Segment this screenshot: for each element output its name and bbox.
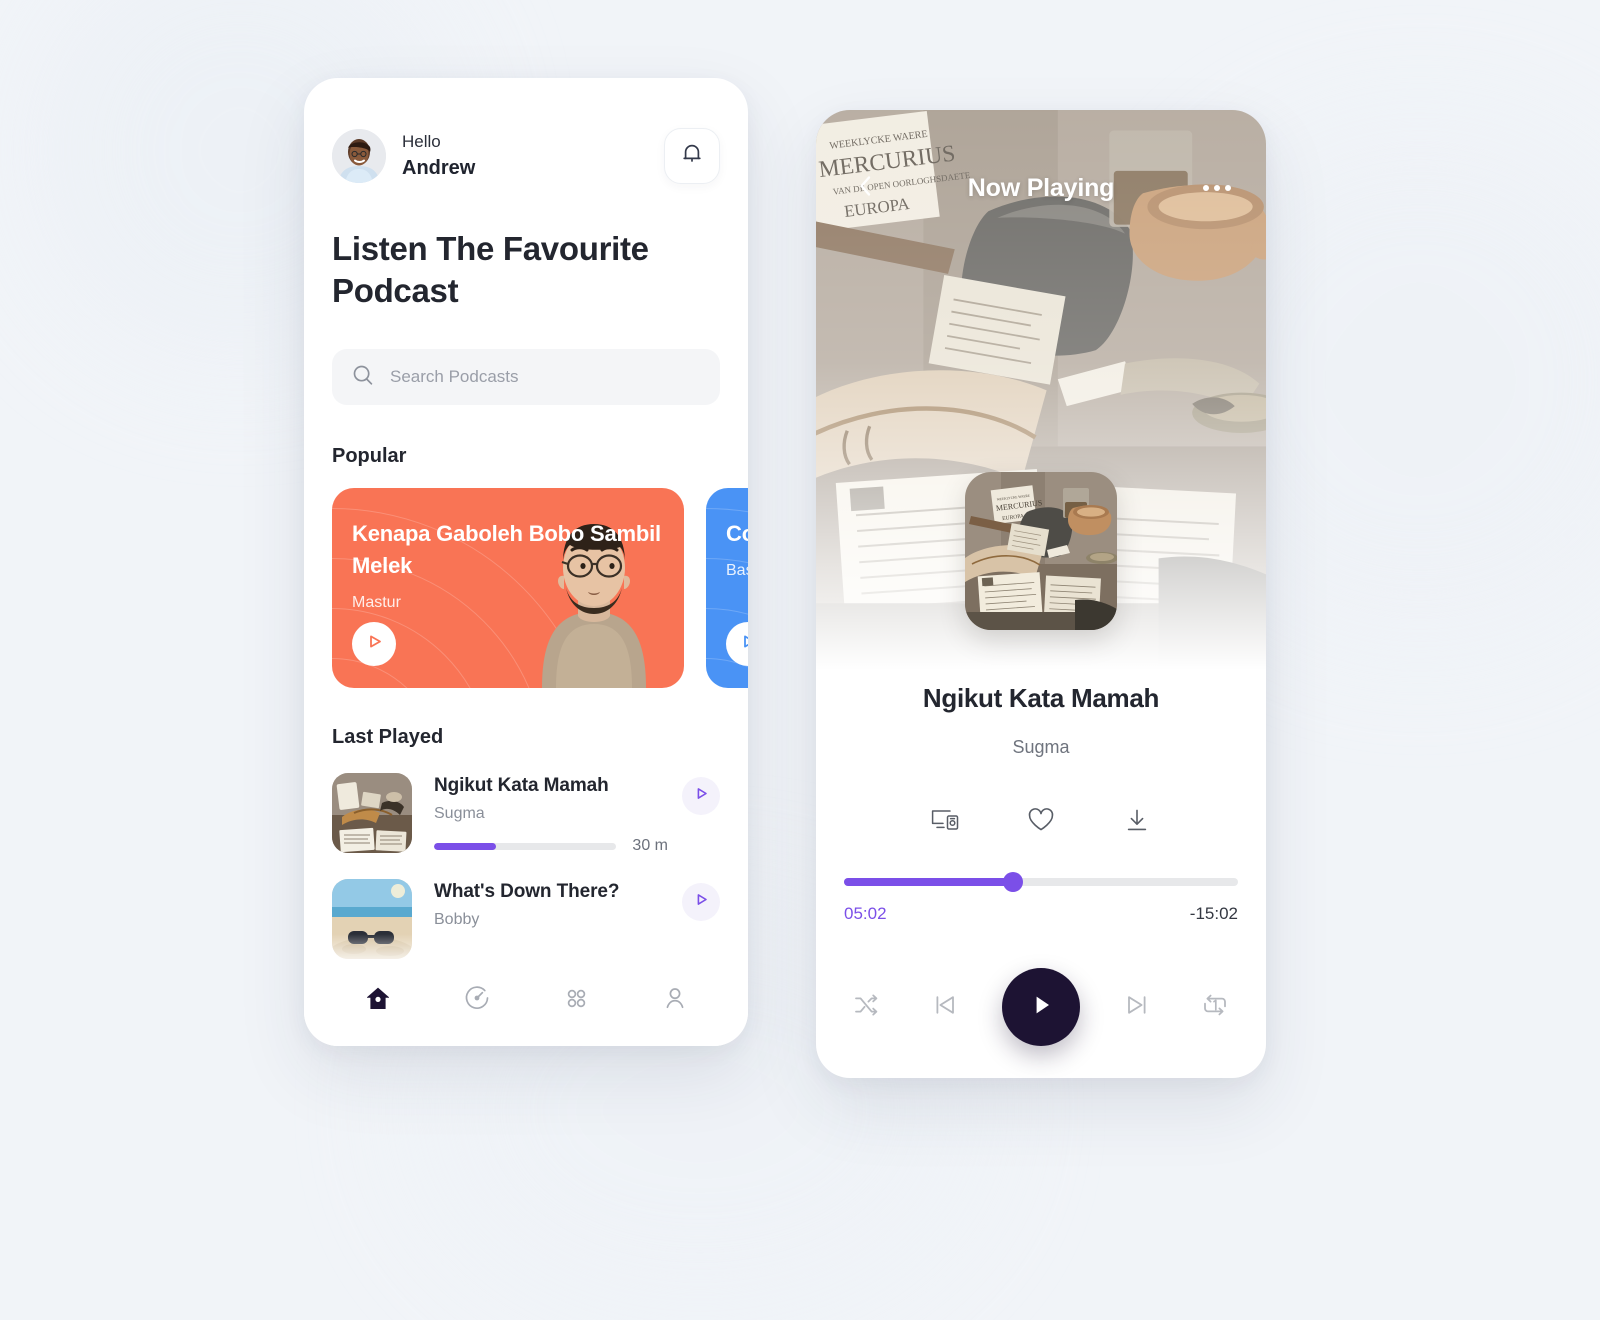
current-time: 05:02 [844, 904, 887, 923]
cast-device-icon [930, 807, 960, 838]
app-canvas: Hello Andrew Listen The Favourite Podcas… [0, 0, 1600, 1320]
play-icon [366, 633, 383, 655]
player-controls [846, 968, 1236, 1046]
track-title: Ngikut Kata Mamah [434, 775, 609, 797]
player-topbar: Now Playing [816, 166, 1266, 210]
play-icon [1026, 990, 1056, 1025]
home-screen: Hello Andrew Listen The Favourite Podcas… [304, 78, 748, 1046]
search-input[interactable]: Search Podcasts [332, 349, 720, 406]
track-artwork [332, 879, 412, 960]
track-artwork [332, 773, 412, 854]
card-play-button[interactable] [726, 622, 748, 667]
now-playing-screen: WEEKLYCKE WAERE MERCURIUS VAN DE OPEN OO… [816, 110, 1266, 1078]
popular-heading: Popular [332, 445, 407, 468]
user-name: Andrew [402, 156, 476, 179]
heart-icon [1027, 807, 1055, 838]
track-artist: Sugma [434, 805, 485, 823]
seek-handle[interactable] [1003, 872, 1024, 892]
greeting-text: Hello [402, 132, 441, 152]
sidebar-item-categories[interactable] [548, 980, 604, 1020]
track-progress-fill [434, 842, 497, 850]
play-icon [694, 892, 709, 912]
now-playing-artist: Sugma [1012, 737, 1070, 757]
popular-card[interactable]: Cowok Sisa Bas [706, 488, 748, 689]
play-icon [740, 633, 748, 655]
home-topbar: Hello Andrew [304, 78, 748, 184]
home-scroll-area[interactable]: Hello Andrew Listen The Favourite Podcas… [304, 78, 748, 968]
card-author: Mastur [352, 593, 401, 611]
track-title: What's Down There? [434, 881, 620, 903]
seek-track[interactable] [844, 872, 1238, 892]
play-pause-button[interactable] [1002, 968, 1080, 1046]
list-item[interactable]: Ngikut Kata Mamah Sugma 30 m [332, 773, 720, 855]
popular-card-row[interactable]: Kenapa Gaboleh Bobo Sambil Melek Mastur [304, 488, 748, 689]
now-playing-title: Ngikut Kata Mamah [922, 683, 1160, 713]
track-artist: Bobby [434, 911, 480, 929]
shuffle-icon [853, 992, 881, 1023]
sidebar-item-home[interactable] [350, 980, 406, 1020]
track-info: Ngikut Kata Mamah Sugma 30 m [434, 773, 668, 855]
card-title: Cowok Sisa [726, 521, 748, 547]
bell-icon [681, 142, 703, 171]
time-row: 05:02 -15:02 [844, 904, 1238, 924]
previous-button[interactable] [924, 986, 966, 1028]
list-item[interactable]: What's Down There? Bobby [332, 879, 720, 960]
track-play-button[interactable] [682, 883, 720, 922]
card-play-button[interactable] [352, 622, 396, 667]
skip-forward-icon [1124, 992, 1150, 1023]
track-duration: 30 m [632, 837, 668, 855]
card-author: Bas [726, 562, 748, 580]
player-actions [816, 805, 1266, 839]
more-options-button[interactable] [1202, 185, 1232, 191]
chevron-left-icon [857, 174, 873, 203]
back-button[interactable] [850, 174, 880, 203]
repeat-button[interactable] [1194, 986, 1236, 1028]
shuffle-button[interactable] [846, 986, 888, 1028]
grid-dots-icon [562, 984, 590, 1017]
play-icon [694, 786, 709, 806]
last-played-heading: Last Played [332, 726, 444, 749]
avatar[interactable] [332, 129, 386, 183]
popular-card[interactable]: Kenapa Gaboleh Bobo Sambil Melek Mastur [332, 488, 684, 689]
page-title: Listen The Favourite Podcast [332, 230, 649, 309]
track-info: What's Down There? Bobby [434, 879, 668, 929]
seek-fill [844, 878, 1014, 886]
favourite-button[interactable] [1024, 805, 1058, 839]
sidebar-item-discover[interactable] [449, 980, 505, 1020]
greeting-block: Hello Andrew [402, 130, 664, 182]
seek-bar[interactable]: 05:02 -15:02 [844, 872, 1238, 924]
person-icon [661, 984, 689, 1017]
remaining-time: -15:02 [1189, 904, 1238, 923]
page-title: Now Playing [967, 173, 1115, 202]
bottom-navigation [304, 968, 748, 1046]
card-title: Kenapa Gaboleh Bobo Sambil Melek [352, 521, 661, 579]
download-icon [1124, 807, 1150, 838]
cast-button[interactable] [928, 805, 962, 839]
sidebar-item-profile[interactable] [647, 980, 703, 1020]
search-icon [352, 364, 374, 391]
next-button[interactable] [1116, 986, 1158, 1028]
download-button[interactable] [1120, 805, 1154, 839]
track-play-button[interactable] [682, 777, 720, 816]
disc-clock-icon [463, 984, 491, 1017]
skip-back-icon [932, 992, 958, 1023]
track-progress-row: 30 m [434, 837, 668, 855]
ellipsis-icon [1203, 185, 1231, 191]
home-icon [364, 984, 392, 1017]
notification-button[interactable] [664, 128, 720, 184]
track-progress-bar[interactable] [434, 842, 617, 850]
album-artwork: WEEKLYCKE WAERE MERCURIUS EUROPA [965, 472, 1117, 630]
repeat-one-icon [1201, 992, 1229, 1023]
search-placeholder: Search Podcasts [390, 367, 519, 387]
